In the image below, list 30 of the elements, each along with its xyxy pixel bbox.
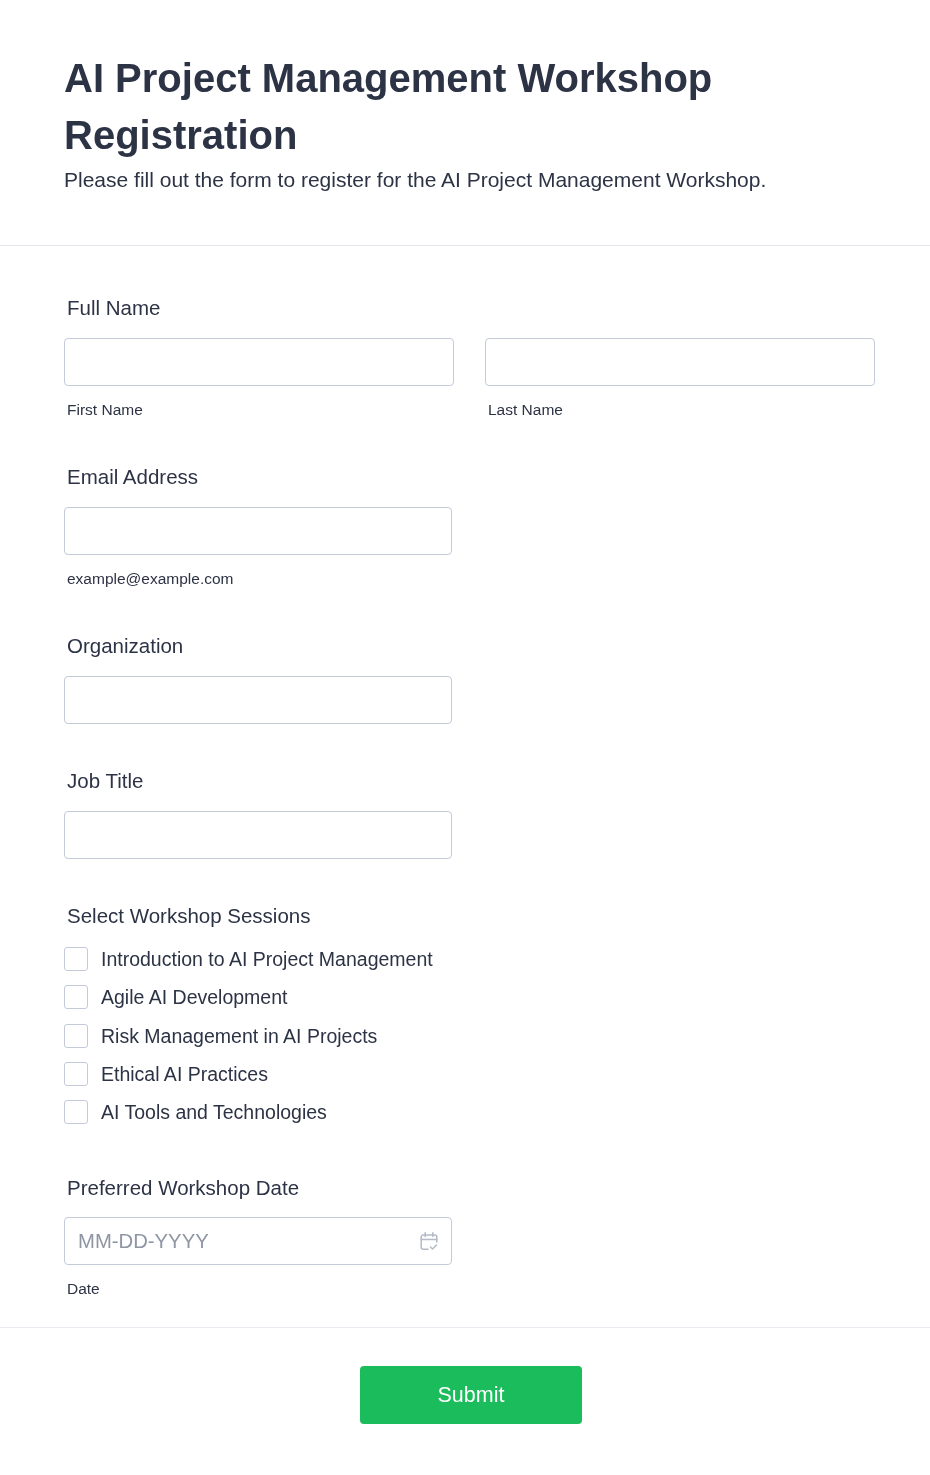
checkbox[interactable] — [64, 985, 88, 1010]
text-input[interactable] — [64, 811, 452, 859]
submit-button[interactable]: Submit — [360, 1366, 582, 1425]
checkbox[interactable] — [64, 1100, 88, 1125]
field-sublabel: Last Name — [488, 400, 563, 420]
field-label: Organization — [67, 634, 184, 658]
text-input[interactable] — [64, 676, 452, 724]
checkbox[interactable] — [64, 1023, 88, 1048]
field-sublabel: First Name — [67, 400, 143, 420]
text-input[interactable] — [64, 507, 452, 555]
text-input[interactable] — [485, 338, 875, 386]
checkbox-label: Introduction to AI Project Management — [101, 947, 433, 972]
checkbox-label: Risk Management in AI Projects — [101, 1023, 378, 1048]
form-title: AI Project Management Workshop Registration — [64, 55, 714, 159]
text-input[interactable] — [64, 338, 454, 386]
date-field[interactable]: MM-DD-YYYY — [64, 1217, 452, 1266]
field-label: Job Title — [67, 769, 144, 793]
field-sublabel: Date — [67, 1279, 100, 1300]
field-label: Select Workshop Sessions — [67, 904, 311, 928]
field-label: Preferred Workshop Date — [67, 1176, 300, 1201]
checkbox[interactable] — [64, 947, 88, 972]
calendar-icon[interactable] — [420, 1232, 438, 1252]
field-label: Email Address — [67, 465, 199, 489]
checkbox-label: AI Tools and Technologies — [101, 1100, 327, 1125]
checkbox-label: Agile AI Development — [101, 985, 288, 1010]
checkbox-label: Ethical AI Practices — [101, 1061, 268, 1086]
field-label: Full Name — [67, 296, 161, 320]
checkbox[interactable] — [64, 1061, 88, 1086]
form-description: Please fill out the form to register for the AI Project Management Workshop. — [64, 167, 767, 193]
field-sublabel: example@example.com — [67, 569, 234, 589]
